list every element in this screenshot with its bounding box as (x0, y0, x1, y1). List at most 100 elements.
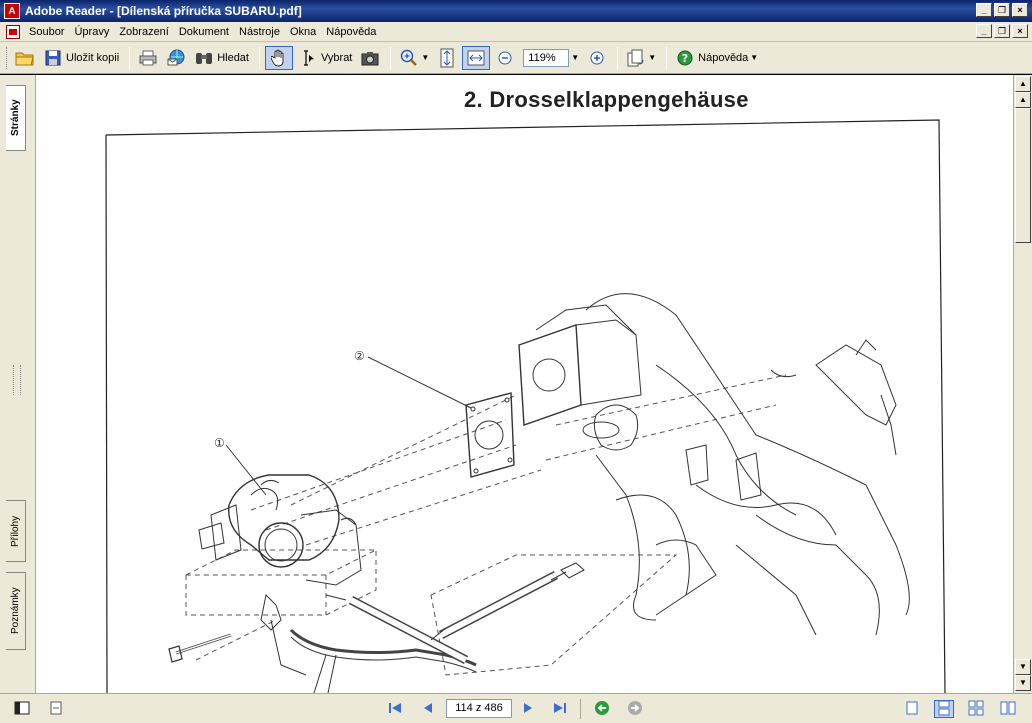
chevron-down-icon[interactable]: ▼ (750, 53, 758, 62)
floppy-disk-icon (43, 48, 63, 68)
fit-width-button[interactable] (462, 45, 491, 70)
svg-text:?: ? (682, 52, 688, 65)
menu-okna[interactable]: Okna (285, 26, 321, 38)
zoom-in-tool-button[interactable]: ▼ (396, 46, 432, 70)
page-options-button[interactable] (46, 700, 66, 718)
menu-napoveda[interactable]: Nápověda (321, 26, 381, 38)
nav-pane-toggle-button[interactable] (12, 700, 32, 718)
find-button[interactable]: Hledat (191, 46, 252, 70)
actual-size-button[interactable] (434, 46, 460, 70)
previous-page-button[interactable] (418, 700, 438, 718)
plus-circle-icon (587, 48, 607, 68)
scroll-up-arrow[interactable]: ▲ (1015, 76, 1031, 92)
tab-pages[interactable]: Stránky (6, 85, 26, 151)
scroll-down-page-arrow[interactable]: ▼ (1015, 659, 1031, 675)
exploded-view-diagram: ① ② (105, 119, 946, 693)
panel-icon (14, 701, 30, 718)
scroll-up-page-arrow[interactable]: ▲ (1015, 92, 1031, 108)
tab-comments[interactable]: Poznámky (6, 572, 26, 650)
scroll-down-arrow[interactable]: ▼ (1015, 675, 1031, 691)
minus-circle-icon (495, 48, 515, 68)
callout-2: ② (354, 349, 365, 363)
separator (129, 46, 131, 69)
camera-icon (360, 48, 380, 68)
facing-layout-button[interactable] (998, 700, 1018, 718)
continuous-pages-icon (938, 700, 950, 719)
menu-zobrazeni[interactable]: Zobrazení (114, 26, 174, 38)
minimize-button[interactable]: _ (976, 3, 992, 17)
menu-nastroje[interactable]: Nástroje (234, 26, 285, 38)
navigation-pane: Stránky Přílohy Poznámky (0, 75, 36, 693)
menu-soubor[interactable]: Soubor (24, 26, 69, 38)
facing-pages-icon (1000, 701, 1016, 718)
separator (580, 699, 581, 719)
snapshot-button[interactable] (357, 46, 383, 70)
separator (258, 46, 260, 69)
last-page-button[interactable] (550, 700, 570, 718)
chevron-down-icon[interactable]: ▼ (648, 53, 656, 62)
help-button[interactable]: ? Nápověda ▼ (672, 46, 761, 70)
zoom-out-button[interactable] (492, 46, 518, 70)
first-page-icon (387, 701, 403, 718)
email-globe-icon (166, 48, 186, 68)
toolbar: Uložit kopii Hledat Vybrat ▼ 119% ▼ ▼ ? … (0, 42, 1032, 74)
page-icon (50, 701, 62, 718)
rotate-view-button[interactable]: ▼ (623, 46, 659, 70)
separator (390, 46, 392, 69)
go-back-button[interactable] (592, 700, 612, 718)
select-tool-button[interactable]: Vybrat (295, 46, 355, 70)
doc-minimize-button[interactable]: _ (976, 24, 992, 38)
hand-icon (269, 48, 289, 68)
close-button[interactable]: × (1012, 3, 1028, 17)
chevron-down-icon[interactable]: ▼ (571, 53, 579, 62)
title-bar: A Adobe Reader - [Dílenská příručka SUBA… (0, 0, 1032, 22)
document-view[interactable]: 2. Drosselklappengehäuse ① ② (36, 75, 1013, 693)
menu-dokument[interactable]: Dokument (174, 26, 234, 38)
status-bar: 114 z 486 (0, 693, 1032, 723)
menu-bar: Soubor Úpravy Zobrazení Dokument Nástroj… (0, 22, 1032, 42)
tab-attachments[interactable]: Přílohy (6, 500, 26, 562)
last-page-icon (552, 701, 568, 718)
back-arrow-icon (594, 700, 610, 719)
adobe-reader-icon: A (4, 3, 20, 19)
restore-button[interactable]: ❐ (994, 3, 1010, 17)
save-copy-button[interactable]: Uložit kopii (40, 46, 122, 70)
select-label: Vybrat (320, 51, 353, 64)
pane-resize-handle[interactable] (13, 365, 21, 395)
magnifier-plus-icon (399, 48, 419, 68)
continuous-facing-icon (968, 700, 984, 719)
folder-open-icon (15, 48, 35, 68)
chevron-down-icon[interactable]: ▼ (421, 53, 429, 62)
doc-close-button[interactable]: × (1012, 24, 1028, 38)
window-title: Adobe Reader - [Dílenská příručka SUBARU… (25, 4, 302, 18)
single-page-layout-button[interactable] (902, 700, 922, 718)
single-page-icon (906, 701, 918, 718)
next-page-icon (522, 701, 534, 718)
separator (617, 46, 619, 69)
menu-upravy[interactable]: Úpravy (69, 26, 114, 38)
scrollbar-thumb[interactable] (1015, 108, 1031, 243)
fit-width-icon (466, 48, 486, 68)
page-number-input[interactable]: 114 z 486 (446, 699, 512, 718)
print-button[interactable] (135, 46, 161, 70)
zoom-level-input[interactable]: 119% (523, 48, 570, 67)
pdf-document-icon[interactable] (6, 24, 20, 39)
hand-tool-button[interactable] (264, 45, 293, 70)
save-copy-label: Uložit kopii (66, 51, 120, 64)
email-button[interactable] (163, 46, 189, 70)
go-forward-button[interactable] (625, 700, 645, 718)
open-button[interactable] (12, 46, 38, 70)
zoom-level-select[interactable]: 119% ▼ (520, 46, 582, 70)
toolbar-grip[interactable] (6, 46, 9, 69)
zoom-in-button[interactable] (584, 46, 610, 70)
first-page-button[interactable] (385, 700, 405, 718)
previous-page-icon (422, 701, 434, 718)
help-question-icon: ? (675, 48, 695, 68)
continuous-facing-layout-button[interactable] (966, 700, 986, 718)
rotate-page-icon (626, 48, 646, 68)
fit-height-icon (437, 48, 457, 68)
continuous-layout-button[interactable] (934, 700, 954, 718)
next-page-button[interactable] (518, 700, 538, 718)
vertical-scrollbar[interactable]: ▲ ▲ ▼ ▼ (1013, 75, 1032, 693)
doc-restore-button[interactable]: ❐ (994, 24, 1010, 38)
